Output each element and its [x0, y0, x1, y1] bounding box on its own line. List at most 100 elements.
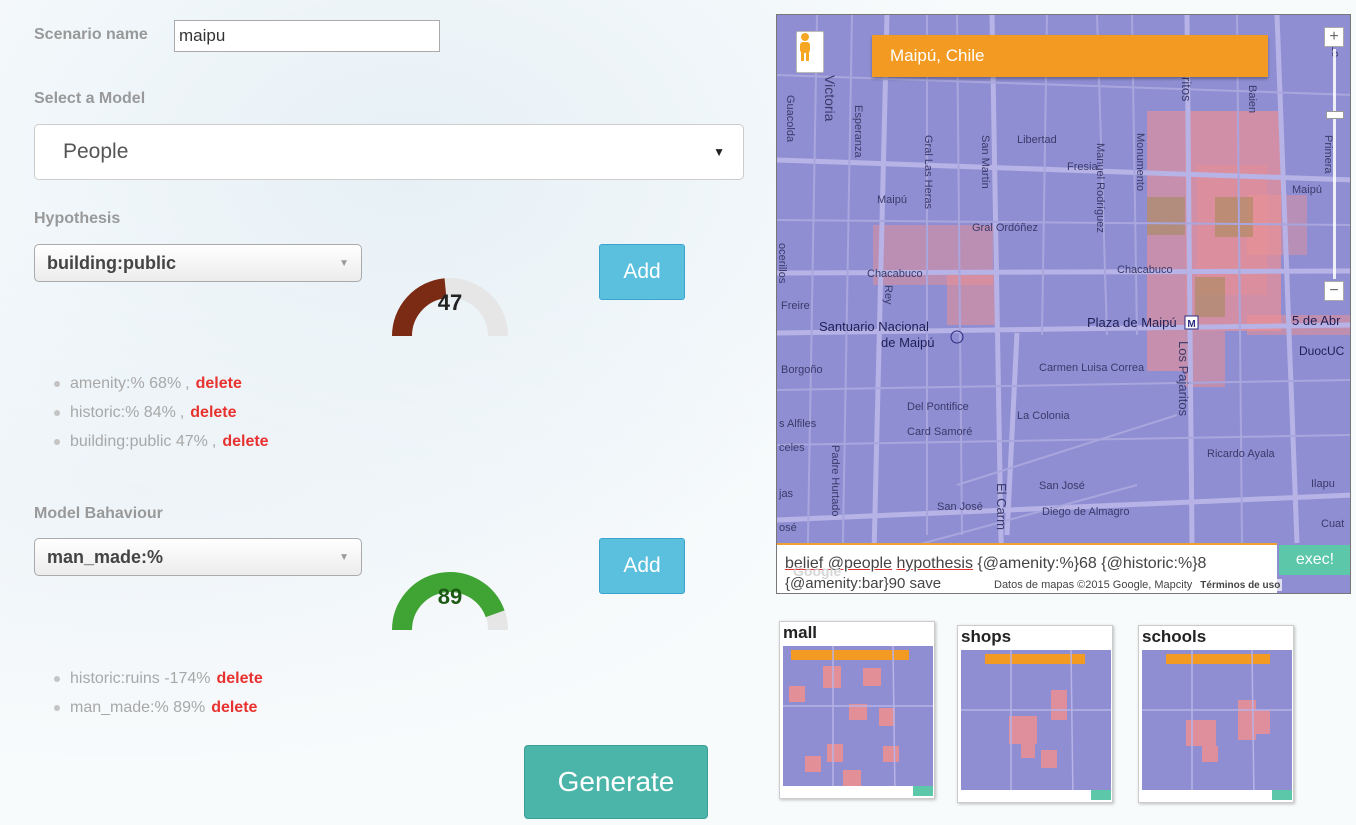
bullet-icon [54, 704, 60, 711]
caret-down-icon: ▼ [339, 257, 349, 269]
map-attribution: Datos de mapas ©2015 Google, Mapcity Térm… [992, 579, 1283, 591]
list-item: building:public 47%, delete [52, 427, 269, 456]
gauge-value: 47 [438, 290, 462, 315]
generate-button[interactable]: Generate [524, 745, 708, 819]
map-label-chacabuco-2: Chacabuco [1117, 264, 1173, 276]
select-model-label: Select a Model [34, 90, 146, 107]
item-separator: , [185, 374, 190, 392]
scenario-name-label: Scenario name [34, 26, 148, 43]
thumbnail-map [961, 649, 1111, 801]
hypothesis-label: Hypothesis [34, 210, 121, 227]
bullet-icon [54, 380, 60, 387]
map-label-manuel-rodriguez: Manuel Rodríguez [1094, 143, 1106, 233]
map-label-guacolda: Guacolda [784, 95, 796, 143]
gauge-value: 89 [438, 584, 462, 609]
map-label-ilapu: Ilapu [1311, 478, 1335, 490]
map-label-rey: Rey [882, 285, 894, 305]
caret-down-icon: ▼ [713, 145, 725, 159]
metro-letter-icon: M [1187, 319, 1195, 330]
behaviour-list: historic:ruins -174% delete man_made:% 89… [52, 664, 263, 722]
map-label-libertad: Libertad [1017, 134, 1057, 146]
scenario-thumbnail-shops[interactable]: shops [957, 625, 1113, 803]
map-label-san-martin: San Martín [979, 135, 991, 189]
map-label-carmen: Carmen Luisa Correa [1039, 362, 1145, 374]
map-label-plaza: Plaza de Maipú [1087, 315, 1177, 330]
map-view[interactable]: Victoria Guacolda Esperanza Gral Las Her… [776, 14, 1351, 594]
heatmap-overlay [873, 111, 1350, 387]
map-label-ricardo: Ricardo Ayala [1207, 448, 1276, 460]
map-label-cuat: Cuat [1321, 518, 1344, 530]
item-text: man_made:% 89% [70, 698, 206, 716]
delete-link[interactable]: delete [217, 670, 263, 688]
map-label-ose: osé [779, 522, 797, 534]
zoom-slider-track[interactable] [1333, 49, 1336, 279]
map-label-gral-ordonez: Gral Ordóñez [972, 222, 1038, 234]
map-label-esperanza: Esperanza [852, 105, 864, 158]
delete-link[interactable]: delete [211, 699, 257, 717]
delete-link[interactable]: delete [190, 404, 236, 422]
map-label-baien: Baien [1246, 85, 1258, 113]
map-label-santuario-2: de Maipú [881, 335, 934, 350]
thumbnail-label: mall [783, 623, 818, 642]
behaviour-add-button[interactable]: Add [599, 538, 685, 594]
map-label-gral-las-heras: Gral Las Heras [922, 135, 934, 209]
zoom-out-button[interactable]: − [1324, 281, 1344, 301]
scenario-thumbnail-schools[interactable]: schools [1138, 625, 1294, 803]
map-label-celes: celes [779, 442, 805, 454]
google-logo: Google [793, 563, 842, 579]
bullet-icon [54, 409, 60, 416]
map-label-monumento: Monumento [1134, 133, 1146, 191]
map-label-card-samore: Card Samoré [907, 426, 972, 438]
map-label-los-alfiles: s Alfiles [779, 418, 817, 430]
bullet-icon [54, 675, 60, 682]
map-place-title: Maipú, Chile [872, 35, 1268, 77]
behaviour-select[interactable]: man_made:% ▼ [34, 538, 362, 576]
thumbnail-map [783, 645, 933, 797]
zoom-slider-handle[interactable] [1326, 111, 1344, 119]
item-text: amenity:% 68% [70, 374, 182, 392]
console-line-1: belief @people hypothesis {@amenity:%}68… [785, 555, 1277, 573]
bullet-icon [54, 438, 60, 445]
map-label-los-pajaritos-top: ritos [1179, 77, 1194, 102]
map-label-maipu-right: Maipú [1292, 184, 1322, 196]
map-label-fresia: Fresia [1067, 161, 1098, 173]
behaviour-select-value: man_made:% [47, 546, 164, 567]
hypothesis-select-value: building:public [47, 252, 176, 273]
model-behaviour-label: Model Bahaviour [34, 505, 163, 522]
exec-button[interactable]: exec! [1279, 545, 1350, 575]
item-text: historic:ruins -174% [70, 669, 211, 687]
hypothesis-gauge: 47 [380, 238, 520, 348]
list-item: amenity:% 68%, delete [52, 369, 269, 398]
model-select[interactable]: People ▼ [34, 124, 744, 180]
map-label-diego: Diego de Almagro [1042, 506, 1129, 518]
hypothesis-add-button[interactable]: Add [599, 244, 685, 300]
map-label-cinco-abril: 5 de Abr [1292, 313, 1341, 328]
map-label-santuario-1: Santuario Nacional [819, 319, 929, 334]
map-label-maipu: Maipú [877, 194, 907, 206]
model-select-value: People [63, 140, 129, 163]
map-label-del-pontifice: Del Pontifice [907, 401, 969, 413]
map-canvas: Victoria Guacolda Esperanza Gral Las Her… [777, 15, 1350, 593]
list-item: man_made:% 89% delete [52, 693, 263, 722]
thumbnail-map-canvas [783, 645, 933, 797]
delete-link[interactable]: delete [222, 433, 268, 451]
scenario-name-input[interactable] [174, 20, 440, 52]
thumbnail-label: shops [961, 627, 1012, 646]
zoom-in-button[interactable]: + [1324, 27, 1344, 47]
map-label-san-jose-2: San José [1039, 480, 1085, 492]
map-label-borgono: Borgoño [781, 364, 823, 376]
thumbnail-map-canvas [961, 649, 1111, 801]
map-credit-text: Datos de mapas ©2015 Google, Mapcity [994, 579, 1193, 591]
pegman-icon [800, 33, 810, 61]
hypothesis-select[interactable]: building:public ▼ [34, 244, 362, 282]
map-label-duoc: DuocUC [1299, 344, 1345, 358]
item-separator: , [211, 432, 217, 450]
delete-link[interactable]: delete [196, 375, 242, 393]
behaviour-gauge: 89 [380, 532, 520, 642]
map-label-freire: Freire [781, 300, 810, 312]
item-separator: , [179, 403, 185, 421]
console-token: {@amenity:%}68 {@historic:%}8 [977, 555, 1207, 572]
terms-link[interactable]: Términos de uso [1200, 580, 1280, 591]
street-view-pegman-icon[interactable] [796, 31, 824, 73]
scenario-thumbnail-mall[interactable]: mall [779, 621, 935, 799]
